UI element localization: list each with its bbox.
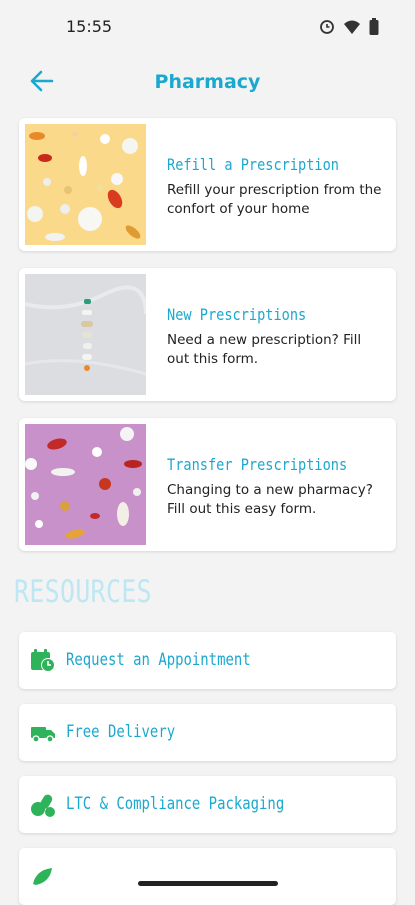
alarm-icon [320,19,334,34]
ltc-compliance-packaging-item[interactable]: LTC & Compliance Packaging [19,776,396,833]
pills-purple-image [25,424,146,545]
card-title: Transfer Prescriptions [167,455,348,474]
pills-icon [31,794,55,817]
status-bar: 15:55 [0,0,415,56]
card-description: Changing to a new pharmacy? Fill out thi… [167,482,373,517]
resource-label: LTC & Compliance Packaging [66,794,285,814]
home-indicator[interactable] [138,881,278,886]
card-title: New Prescriptions [167,305,307,324]
new-prescription-card[interactable]: New Prescriptions Need a new prescriptio… [19,268,396,401]
page-title: Pharmacy [154,71,261,93]
card-description: Need a new prescription? Fill out this f… [167,332,362,367]
resources-heading: RESOURCES [14,574,152,610]
truck-icon [31,727,55,743]
transfer-prescription-card[interactable]: Transfer Prescriptions Changing to a new… [19,418,396,551]
leaf-icon [33,868,52,885]
status-time: 15:55 [66,17,113,36]
resource-label: Free Delivery [66,722,176,742]
request-appointment-item[interactable]: Request an Appointment [19,632,396,689]
pills-marble-image [25,274,146,395]
card-title: Refill a Prescription [167,155,339,174]
pills-yellow-image [25,124,146,245]
wifi-icon [344,20,360,34]
status-icons [319,18,379,35]
refill-prescription-card[interactable]: Refill a Prescription Refill your prescr… [19,118,396,251]
battery-icon [369,18,379,35]
card-description: Refill your prescription from the confor… [167,182,382,217]
resource-item-partial[interactable] [19,848,396,905]
resource-label: Request an Appointment [66,650,251,670]
free-delivery-item[interactable]: Free Delivery [19,704,396,761]
calendar-clock-icon [31,649,55,672]
